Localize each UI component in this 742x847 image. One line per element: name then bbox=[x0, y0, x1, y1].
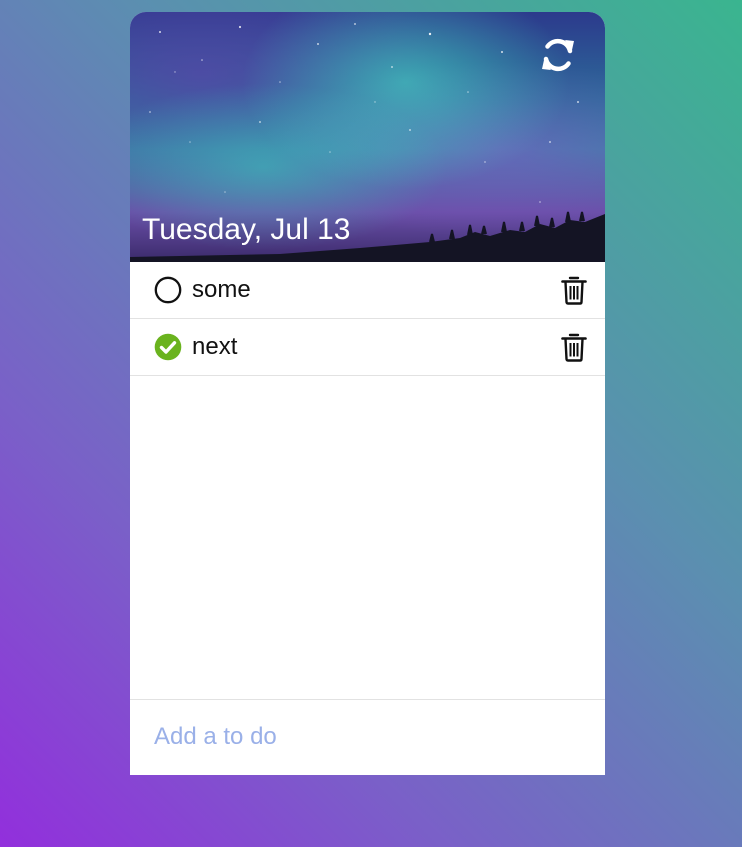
todo-checkbox[interactable] bbox=[154, 276, 182, 304]
trash-icon bbox=[561, 333, 587, 362]
add-todo-area bbox=[130, 699, 605, 775]
todo-item: next bbox=[130, 319, 605, 376]
trash-icon bbox=[561, 276, 587, 305]
delete-button[interactable] bbox=[561, 275, 587, 305]
date-label: Tuesday, Jul 13 bbox=[142, 213, 351, 246]
todo-list: some next bbox=[130, 262, 605, 376]
todo-checkbox-checked[interactable] bbox=[154, 333, 182, 361]
delete-button[interactable] bbox=[561, 332, 587, 362]
add-todo-input[interactable] bbox=[154, 720, 574, 754]
header-image: Tuesday, Jul 13 bbox=[130, 12, 605, 262]
refresh-icon bbox=[542, 38, 574, 72]
refresh-button[interactable] bbox=[539, 36, 577, 74]
todo-item: some bbox=[130, 262, 605, 319]
todo-card: Tuesday, Jul 13 some next Add a to do bbox=[130, 12, 605, 775]
check-circle-icon bbox=[154, 333, 182, 361]
todo-text: some bbox=[192, 276, 251, 303]
circle-icon bbox=[154, 276, 182, 304]
todo-text: next bbox=[192, 333, 238, 360]
